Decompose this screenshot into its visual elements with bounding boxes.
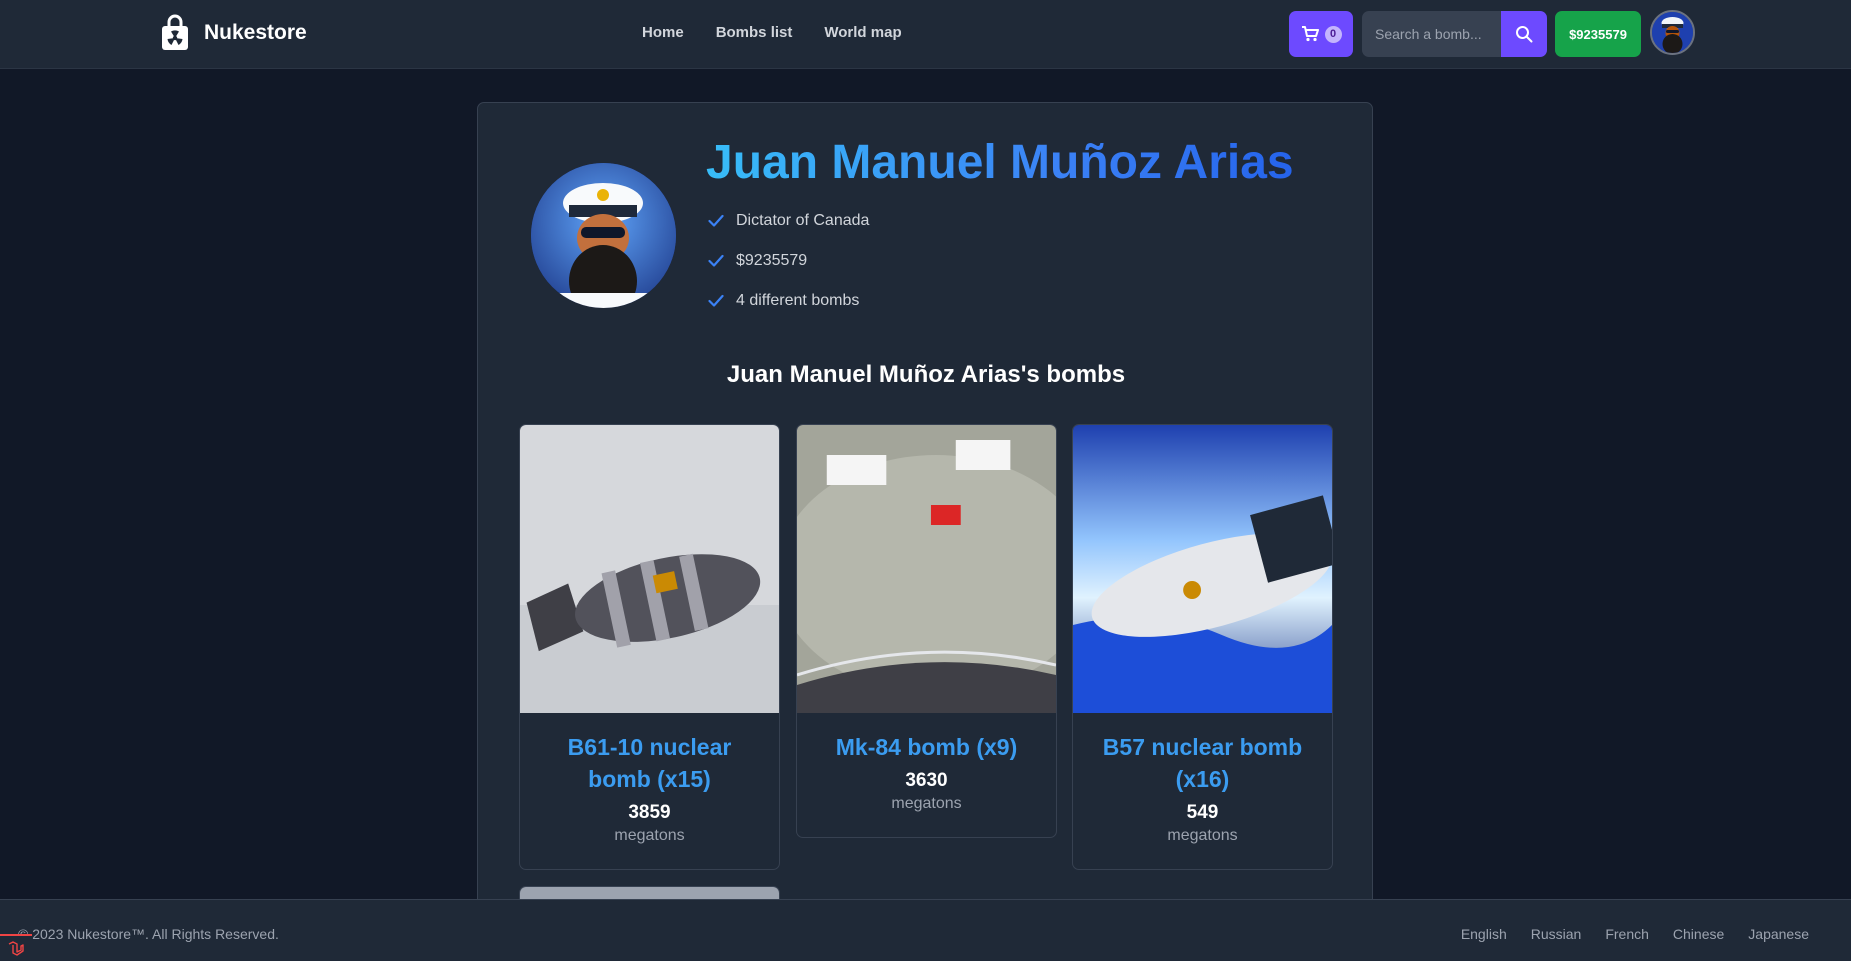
fact-text: 4 different bombs: [736, 292, 860, 309]
lang-japanese[interactable]: Japanese: [1748, 926, 1809, 942]
bomb-card[interactable]: B61-10 nuclear bomb (x15) 3859 megatons: [519, 424, 780, 870]
search-form: [1362, 11, 1547, 57]
cart-button[interactable]: 0: [1289, 11, 1353, 57]
nav-bombs-list[interactable]: Bombs list: [716, 24, 793, 41]
bomb-card[interactable]: B57 nuclear bomb (x16) 549 megatons: [1072, 424, 1333, 870]
lang-french[interactable]: French: [1605, 926, 1649, 942]
cart-icon: [1301, 26, 1319, 42]
bomb-image: [797, 425, 1056, 713]
bomb-title[interactable]: Mk-84 bomb (x9): [797, 713, 1056, 763]
brand-name: Nukestore: [204, 21, 307, 44]
fact-balance: $9235579: [708, 241, 869, 281]
cart-count-badge: 0: [1324, 25, 1342, 43]
bomb-power: 3630: [905, 770, 948, 791]
language-links: English Russian French Chinese Japanese: [1461, 926, 1809, 942]
bomb-image: [1073, 425, 1332, 713]
bomb-power: 3859: [628, 802, 671, 823]
check-icon: [708, 214, 724, 227]
search-icon: [1516, 26, 1533, 43]
search-button[interactable]: [1501, 11, 1547, 57]
profile-facts: Dictator of Canada $9235579 4 different …: [708, 201, 869, 321]
fact-bomb-count: 4 different bombs: [708, 281, 869, 321]
laravel-icon: [8, 940, 24, 956]
fact-text: Dictator of Canada: [736, 212, 870, 229]
nav-world-map[interactable]: World map: [824, 24, 901, 41]
lang-russian[interactable]: Russian: [1531, 926, 1582, 942]
nav-home[interactable]: Home: [642, 24, 684, 41]
balance-button[interactable]: $9235579: [1555, 11, 1641, 57]
bomb-card[interactable]: Mk-84 bomb (x9) 3630 megatons: [796, 424, 1057, 838]
check-icon: [708, 254, 724, 267]
bomb-unit: megatons: [891, 795, 962, 812]
search-input[interactable]: [1362, 11, 1501, 57]
main-nav: Home Bombs list World map: [642, 24, 902, 41]
bomb-unit: megatons: [614, 827, 685, 844]
profile-card: Juan Manuel Muñoz Arias Dictator of Cana…: [477, 102, 1373, 961]
fact-text: $9235579: [736, 252, 808, 269]
avatar-image: [1652, 12, 1693, 53]
brand-link[interactable]: Nukestore: [160, 14, 307, 52]
debugbar-toggle[interactable]: [0, 934, 32, 961]
footer: © 2023 Nukestore™. All Rights Reserved. …: [0, 899, 1851, 961]
top-navbar: Nukestore Home Bombs list World map 0 $9…: [0, 0, 1851, 69]
bomb-title[interactable]: B57 nuclear bomb (x16): [1073, 713, 1332, 795]
bomb-unit: megatons: [1167, 827, 1238, 844]
check-icon: [708, 294, 724, 307]
bombs-section-title: Juan Manuel Muñoz Arias's bombs: [726, 361, 1126, 388]
lang-chinese[interactable]: Chinese: [1673, 926, 1724, 942]
profile-avatar: [531, 163, 676, 308]
profile-avatar-image: [531, 163, 676, 308]
bomb-power: 549: [1186, 802, 1219, 823]
shopping-bag-radiation-icon: [162, 14, 188, 50]
user-avatar-button[interactable]: [1650, 10, 1695, 55]
bomb-image: [520, 425, 779, 713]
profile-name: Juan Manuel Muñoz Arias: [706, 136, 1294, 189]
copyright-text: © 2023 Nukestore™. All Rights Reserved.: [18, 926, 279, 942]
lang-english[interactable]: English: [1461, 926, 1507, 942]
bomb-title[interactable]: B61-10 nuclear bomb (x15): [520, 713, 779, 795]
fact-title: Dictator of Canada: [708, 201, 869, 241]
